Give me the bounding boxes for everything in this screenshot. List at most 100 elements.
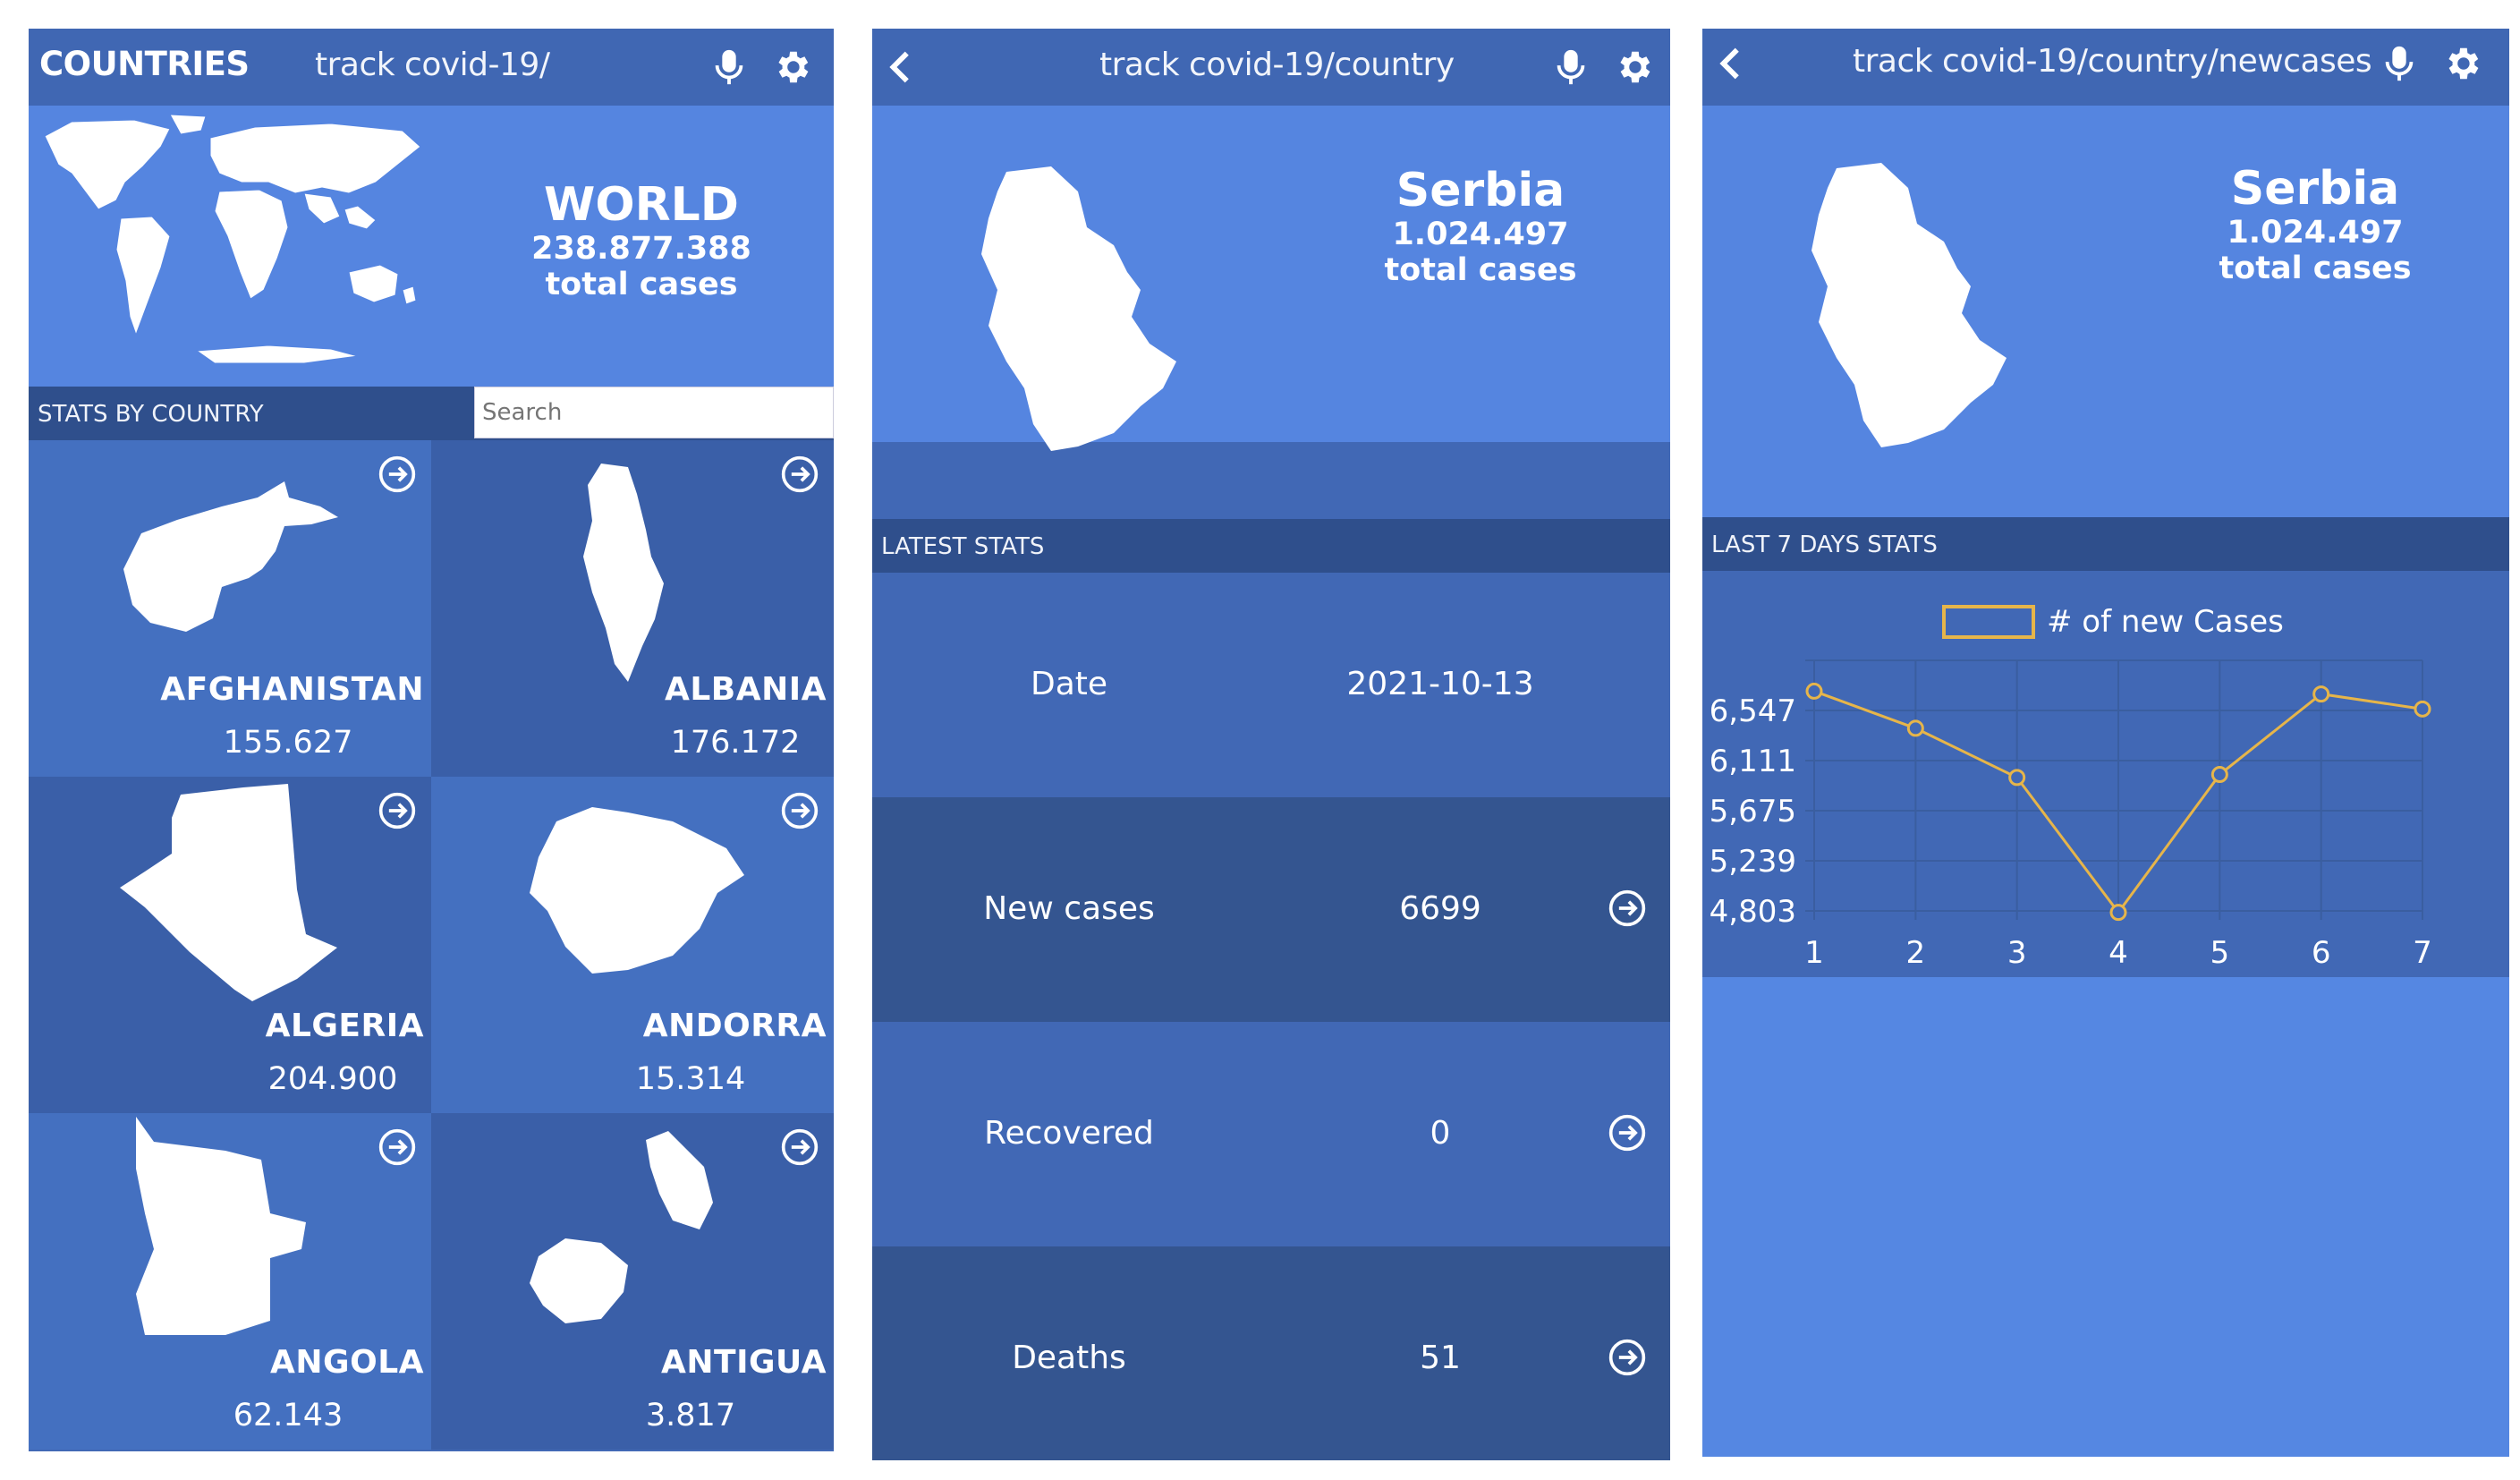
data-point[interactable] [2109, 904, 2127, 922]
data-point[interactable] [2008, 769, 2026, 787]
top-bar: track covid-19/country/newcases [1702, 29, 2509, 106]
country-total-count: 1.024.497 [2227, 215, 2404, 251]
new-cases-chart: 4,803 5,239 5,675 6,111 6,547 1 2 3 4 5 6 7 # of ne… [1710, 604, 2432, 971]
country-tile-andorra[interactable]: ANDORRA 15.314 [431, 777, 834, 1113]
albania-map-icon [583, 464, 664, 682]
x-tick-label: 6 [2312, 935, 2331, 971]
arrow-right-circle-icon[interactable] [780, 791, 819, 830]
country-count: 155.627 [223, 725, 353, 761]
country-total: Serbia 1.024.497 total cases [2181, 163, 2449, 286]
section-header: STATS BY COUNTRY [29, 387, 834, 440]
section-title: LATEST STATS [881, 533, 1045, 560]
country-name: ANTIGUA [661, 1344, 827, 1381]
country-title: Serbia [1396, 164, 1565, 217]
stat-row-recovered[interactable]: Recovered 0 [872, 1022, 1670, 1246]
world-map-image [44, 114, 421, 364]
section-header: LATEST STATS [872, 519, 1670, 573]
stat-value: 0 [1430, 1115, 1451, 1152]
new-cases-panel: track covid-19/country/newcases Serbia 1… [1702, 29, 2509, 1457]
arrow-right-circle-icon[interactable] [378, 455, 417, 494]
country-total-count: 1.024.497 [1392, 217, 1569, 252]
x-tick-label: 4 [2108, 935, 2128, 971]
chevron-left-icon[interactable] [1711, 43, 1752, 84]
country-tile-antigua[interactable]: ANTIGUA 3.817 [431, 1113, 834, 1450]
country-name: ALBANIA [665, 671, 827, 708]
country-tile-algeria[interactable]: ALGERIA 204.900 [29, 777, 431, 1113]
arrow-right-circle-icon[interactable] [780, 1127, 819, 1167]
stat-value: 51 [1420, 1340, 1461, 1376]
country-name: ANDORRA [642, 1008, 827, 1044]
y-tick-label: 4,803 [1710, 894, 1796, 930]
stat-row-date: Date 2021-10-13 [872, 573, 1670, 797]
stat-label: Date [1030, 666, 1108, 702]
x-tick-label: 7 [2413, 935, 2432, 971]
country-total-label: total cases [2219, 251, 2412, 286]
world-total: WORLD 238.877.388 total cases [494, 179, 789, 302]
serbia-map-icon [1812, 163, 2007, 447]
country-count: 62.143 [233, 1398, 344, 1433]
x-tick-label: 5 [2210, 935, 2230, 971]
gear-icon[interactable] [2441, 43, 2482, 84]
stat-label: New cases [983, 890, 1155, 927]
country-count: 204.900 [267, 1061, 398, 1097]
stat-row-new-cases[interactable]: New cases 6699 [872, 797, 1670, 1022]
arrow-right-circle-icon[interactable] [1608, 1338, 1647, 1377]
country-count: 176.172 [670, 725, 801, 761]
country-summary: Serbia 1.024.497 total cases [1702, 106, 2509, 517]
data-point[interactable] [1906, 719, 1924, 737]
country-title: Serbia [2230, 162, 2400, 216]
country-name: ANGOLA [270, 1344, 424, 1381]
legend-label: # of new Cases [2047, 604, 2284, 640]
y-tick-label: 5,675 [1710, 794, 1796, 829]
breadcrumb: track covid-19/country/newcases [1853, 43, 2372, 80]
country-total: Serbia 1.024.497 total cases [1346, 165, 1615, 288]
stat-row-deaths[interactable]: Deaths 51 [872, 1246, 1670, 1460]
microphone-icon[interactable] [708, 47, 750, 88]
search-input[interactable] [474, 387, 834, 438]
x-tick-label: 1 [1804, 935, 1824, 971]
antigua-map-icon [530, 1131, 713, 1323]
country-tile-albania[interactable]: ALBANIA 176.172 [431, 440, 834, 777]
andorra-map-icon [530, 807, 744, 974]
world-total-label: total cases [545, 267, 738, 302]
gear-icon[interactable] [771, 47, 812, 88]
country-name: ALGERIA [265, 1008, 424, 1044]
world-summary[interactable]: WORLD 238.877.388 total cases [29, 106, 834, 387]
country-tile-afghanistan[interactable]: AFGHANISTAN 155.627 [29, 440, 431, 777]
data-point[interactable] [2414, 700, 2431, 718]
microphone-icon[interactable] [2379, 43, 2420, 84]
arrow-right-circle-icon[interactable] [378, 791, 417, 830]
afghanistan-map-icon [123, 481, 338, 632]
breadcrumb: track covid-19/ [315, 47, 550, 83]
country-count: 15.314 [635, 1061, 746, 1097]
x-tick-label: 3 [2007, 935, 2027, 971]
country-name: AFGHANISTAN [160, 671, 424, 708]
arrow-right-circle-icon[interactable] [1608, 889, 1647, 928]
world-title: WORLD [544, 178, 739, 232]
microphone-icon[interactable] [1550, 47, 1591, 88]
new-cases-chart-area: 4,803 5,239 5,675 6,111 6,547 1 2 3 4 5 6 7 # of ne… [1702, 571, 2509, 977]
country-tile-angola[interactable]: ANGOLA 62.143 [29, 1113, 431, 1450]
section-title: LAST 7 DAYS STATS [1711, 532, 1938, 558]
gear-icon[interactable] [1613, 47, 1654, 88]
arrow-right-circle-icon[interactable] [378, 1127, 417, 1167]
arrow-right-circle-icon[interactable] [780, 455, 819, 494]
algeria-map-icon [120, 784, 337, 1001]
data-point[interactable] [2312, 685, 2330, 703]
chevron-left-icon[interactable] [881, 47, 922, 88]
breadcrumb: track covid-19/country [1099, 47, 1455, 83]
stat-label: Recovered [984, 1115, 1154, 1152]
y-tick-label: 6,547 [1710, 693, 1796, 729]
data-point[interactable] [2210, 766, 2228, 784]
world-total-count: 238.877.388 [531, 231, 751, 267]
data-point[interactable] [1805, 682, 1823, 700]
stat-label: Deaths [1012, 1340, 1126, 1376]
page-title: COUNTRIES [39, 45, 250, 83]
arrow-right-circle-icon[interactable] [1608, 1113, 1647, 1153]
country-panel: track covid-19/country Serbia 1.024.497 … [872, 29, 1670, 1460]
country-summary: Serbia 1.024.497 total cases [872, 106, 1670, 451]
stat-value: 6699 [1399, 890, 1481, 927]
angola-map-icon [136, 1117, 306, 1335]
y-tick-label: 6,111 [1710, 744, 1796, 779]
country-total-label: total cases [1384, 252, 1577, 288]
